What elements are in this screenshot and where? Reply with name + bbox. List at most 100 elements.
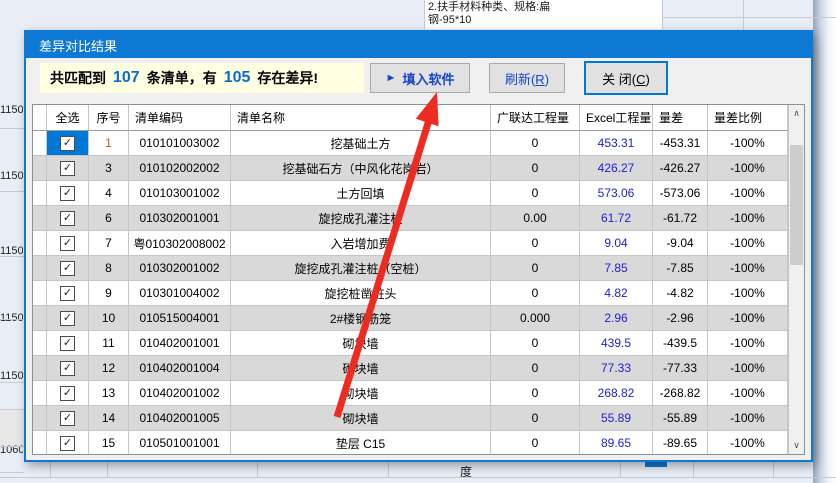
cell-gutter xyxy=(33,231,47,256)
diff-table: 全选 序号 清单编码 清单名称 广联达工程量 Excel工程量 量差 量差比例 … xyxy=(32,104,805,455)
cell-checkbox: ✓ xyxy=(47,281,89,306)
cell-diff: -439.5 xyxy=(653,331,708,356)
checkmark-icon: ✓ xyxy=(63,363,72,374)
cell-seq: 6 xyxy=(89,206,129,231)
table-row[interactable]: ✓ 1 010101003002 挖基础土方 0 453.31 -453.31 … xyxy=(33,131,788,156)
row-checkbox[interactable]: ✓ xyxy=(60,236,75,251)
checkmark-icon: ✓ xyxy=(63,263,72,274)
row-checkbox[interactable]: ✓ xyxy=(60,186,75,201)
header-ratio[interactable]: 量差比例 xyxy=(708,105,788,131)
background-cell-text: 2.扶手材料种类、规格:扁 钢-95*10 xyxy=(424,0,663,29)
cell-ratio: -100% xyxy=(708,331,788,356)
cell-excel-qty: 268.82 xyxy=(580,381,653,406)
header-seq[interactable]: 序号 xyxy=(89,105,129,131)
cell-gld-qty: 0 xyxy=(491,356,580,381)
cell-code: 010402001005 xyxy=(129,406,231,431)
table-vertical-scrollbar[interactable]: ∧ ∨ xyxy=(788,105,804,454)
header-diff[interactable]: 量差 xyxy=(653,105,708,131)
cell-name: 砌块墙 xyxy=(231,331,491,356)
table-row[interactable]: ✓ 3 010102002002 挖基础石方（中风化花岗岩） 0 426.27 … xyxy=(33,156,788,181)
table-row[interactable]: ✓ 4 010103001002 土方回填 0 573.06 -573.06 -… xyxy=(33,181,788,206)
summary-suffix: 存在差异! xyxy=(257,68,318,88)
table-row[interactable]: ✓ 8 010302001002 旋挖成孔灌注桩（空桩） 0 7.85 -7.8… xyxy=(33,256,788,281)
table-row[interactable]: ✓ 14 010402001005 砌块墙 0 55.89 -55.89 -10… xyxy=(33,406,788,431)
cell-excel-qty: 7.85 xyxy=(580,256,653,281)
cell-code: 010402001002 xyxy=(129,381,231,406)
cell-name: 2#楼钢筋笼 xyxy=(231,306,491,331)
checkmark-icon: ✓ xyxy=(63,413,72,424)
scrollbar-thumb[interactable] xyxy=(790,145,803,265)
background-scroll-strip xyxy=(813,0,836,483)
cell-name: 砌块墙 xyxy=(231,406,491,431)
table-row[interactable]: ✓ 13 010402001002 砌块墙 0 268.82 -268.82 -… xyxy=(33,381,788,406)
cell-excel-qty: 453.31 xyxy=(580,131,653,156)
cell-diff: -453.31 xyxy=(653,131,708,156)
checkmark-icon: ✓ xyxy=(63,188,72,199)
header-select-all[interactable]: 全选 xyxy=(47,105,89,131)
background-row-number: 11505 xyxy=(0,370,23,382)
scroll-down-icon[interactable]: ∨ xyxy=(789,437,804,454)
table-row[interactable]: ✓ 10 010515004001 2#楼钢筋笼 0.000 2.96 -2.9… xyxy=(33,306,788,331)
cell-seq: 9 xyxy=(89,281,129,306)
cell-ratio: -100% xyxy=(708,256,788,281)
cell-seq: 4 xyxy=(89,181,129,206)
fill-into-software-button[interactable]: ► 填入软件 xyxy=(370,63,470,93)
table-row[interactable]: ✓ 9 010301004002 旋挖桩凿桩头 0 4.82 -4.82 -10… xyxy=(33,281,788,306)
row-checkbox[interactable]: ✓ xyxy=(60,336,75,351)
table-row[interactable]: ✓ 12 010402001004 砌块墙 0 77.33 -77.33 -10… xyxy=(33,356,788,381)
grid-line xyxy=(257,462,258,477)
cell-checkbox: ✓ xyxy=(47,431,89,455)
cell-code: 010515004001 xyxy=(129,306,231,331)
row-checkbox[interactable]: ✓ xyxy=(60,136,75,151)
grid-line xyxy=(0,382,24,383)
row-checkbox[interactable]: ✓ xyxy=(60,361,75,376)
cell-name: 旋挖成孔灌注桩（空桩） xyxy=(231,256,491,281)
cell-excel-qty: 77.33 xyxy=(580,356,653,381)
grid-line xyxy=(388,462,389,477)
cell-seq: 1 xyxy=(89,131,129,156)
row-checkbox[interactable]: ✓ xyxy=(60,211,75,226)
cell-name: 土方回填 xyxy=(231,181,491,206)
row-checkbox[interactable]: ✓ xyxy=(60,311,75,326)
row-checkbox[interactable]: ✓ xyxy=(60,261,75,276)
row-checkbox[interactable]: ✓ xyxy=(60,436,75,451)
table-row[interactable]: ✓ 6 010302001001 旋挖成孔灌注桩 0.00 61.72 -61.… xyxy=(33,206,788,231)
cell-ratio: -100% xyxy=(708,131,788,156)
grid-line xyxy=(663,17,836,18)
grid-line xyxy=(773,462,774,477)
cell-excel-qty: 439.5 xyxy=(580,331,653,356)
header-gld-qty[interactable]: 广联达工程量 xyxy=(491,105,580,131)
cell-ratio: -100% xyxy=(708,206,788,231)
table-row[interactable]: ✓ 15 010501001001 垫层 C15 0 89.65 -89.65 … xyxy=(33,431,788,455)
table-row[interactable]: ✓ 11 010402001001 砌块墙 0 439.5 -439.5 -10… xyxy=(33,331,788,356)
header-code[interactable]: 清单编码 xyxy=(129,105,231,131)
header-name[interactable]: 清单名称 xyxy=(231,105,491,131)
table-row[interactable]: ✓ 7 粤010302008002 入岩增加费 0 9.04 -9.04 -10… xyxy=(33,231,788,256)
checkmark-icon: ✓ xyxy=(63,388,72,399)
row-checkbox[interactable]: ✓ xyxy=(60,286,75,301)
cell-diff: -268.82 xyxy=(653,381,708,406)
diff-compare-dialog: 差异对比结果 共匹配到 107 条清单，有 105 存在差异! ► 填入软件 刷… xyxy=(24,30,813,462)
cell-gutter xyxy=(33,256,47,281)
cell-excel-qty: 573.06 xyxy=(580,181,653,206)
close-button[interactable]: 关 闭(C) xyxy=(584,61,668,95)
cell-name: 挖基础土方 xyxy=(231,131,491,156)
cell-checkbox: ✓ xyxy=(47,381,89,406)
grid-line xyxy=(0,191,24,192)
refresh-button[interactable]: 刷新(R) xyxy=(489,63,565,93)
cell-seq: 10 xyxy=(89,306,129,331)
close-button-label: 关 闭(C) xyxy=(602,69,650,88)
row-checkbox[interactable]: ✓ xyxy=(60,161,75,176)
row-checkbox[interactable]: ✓ xyxy=(60,411,75,426)
row-checkbox[interactable]: ✓ xyxy=(60,386,75,401)
checkmark-icon: ✓ xyxy=(63,138,72,149)
cell-gld-qty: 0 xyxy=(491,406,580,431)
scroll-up-icon[interactable]: ∧ xyxy=(789,105,804,122)
header-excel-qty[interactable]: Excel工程量 xyxy=(580,105,653,131)
cell-seq: 8 xyxy=(89,256,129,281)
fill-button-label: 填入软件 xyxy=(402,69,454,88)
checkmark-icon: ✓ xyxy=(63,213,72,224)
cell-code: 010402001004 xyxy=(129,356,231,381)
dialog-titlebar[interactable]: 差异对比结果 xyxy=(26,32,811,58)
grid-line xyxy=(693,462,694,477)
